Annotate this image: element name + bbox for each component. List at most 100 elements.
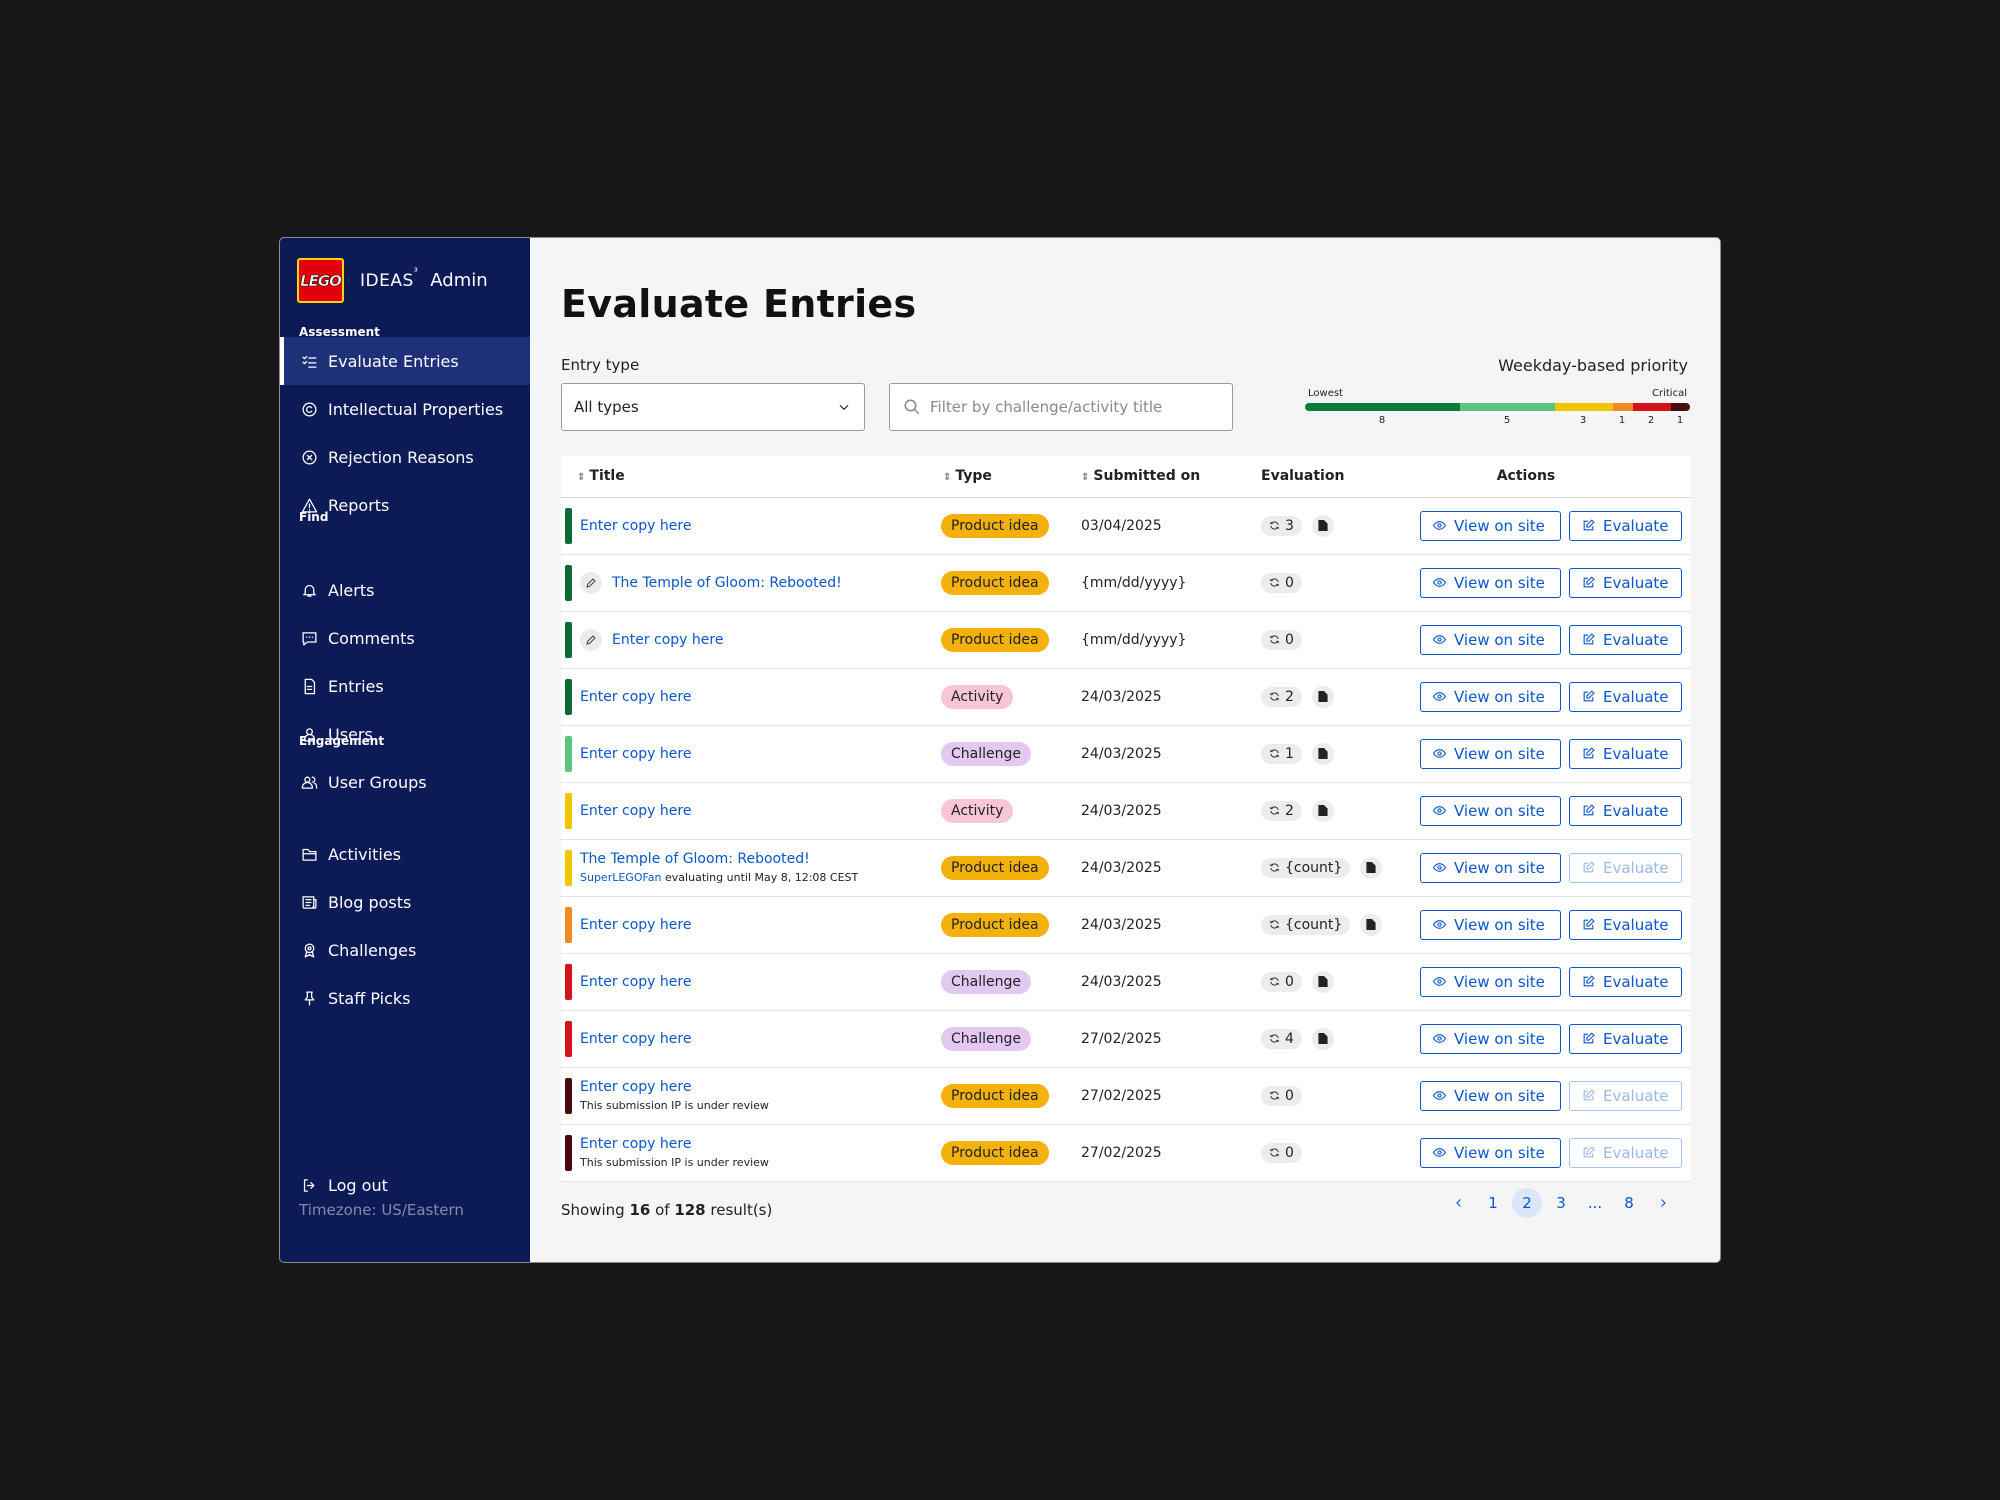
entry-type-select[interactable]: All types xyxy=(561,383,865,431)
refresh-icon xyxy=(1270,1148,1279,1157)
view-on-site-button[interactable]: View on site xyxy=(1420,624,1561,655)
entry-title-link[interactable]: Enter copy here xyxy=(580,1079,769,1095)
table-row: Enter copy here Challenge 24/03/2025 1 View … xyxy=(561,725,1691,782)
priority-count: 1 xyxy=(1618,415,1626,426)
x-circle-icon xyxy=(300,448,318,466)
document-icon[interactable] xyxy=(1311,799,1334,822)
edit-icon xyxy=(1583,1089,1595,1101)
view-on-site-button[interactable]: View on site xyxy=(1420,1080,1561,1111)
evaluate-button[interactable]: Evaluate xyxy=(1569,681,1682,712)
view-on-site-button[interactable]: View on site xyxy=(1420,966,1561,997)
document-icon[interactable] xyxy=(1311,514,1334,537)
view-on-site-button[interactable]: View on site xyxy=(1420,909,1561,940)
view-on-site-button[interactable]: View on site xyxy=(1420,852,1561,883)
header-type[interactable]: ⇕ Type xyxy=(941,456,1081,497)
entry-title-link[interactable]: Enter copy here xyxy=(580,1136,769,1152)
view-on-site-button[interactable]: View on site xyxy=(1420,738,1561,769)
type-badge: Product idea xyxy=(941,1083,1049,1108)
header-title[interactable]: ⇕ Title xyxy=(561,456,941,497)
view-on-site-button[interactable]: View on site xyxy=(1420,795,1561,826)
evaluate-button[interactable]: Evaluate xyxy=(1569,510,1682,541)
evaluate-button[interactable]: Evaluate xyxy=(1569,966,1682,997)
sidebar-item-label: Challenges xyxy=(328,940,417,960)
evaluate-button[interactable]: Evaluate xyxy=(1569,738,1682,769)
document-icon[interactable] xyxy=(1311,685,1334,708)
priority-segment xyxy=(1671,403,1690,411)
sidebar-item-comments[interactable]: Comments xyxy=(280,614,530,662)
evaluate-button[interactable]: Evaluate xyxy=(1569,795,1682,826)
pagination-page-1[interactable]: 1 xyxy=(1478,1188,1508,1218)
entry-title-link[interactable]: Enter copy here xyxy=(580,689,691,705)
pagination-next-button[interactable] xyxy=(1648,1188,1678,1218)
priority-segment xyxy=(1613,403,1633,411)
sidebar-item-blog-posts[interactable]: Blog posts xyxy=(280,878,530,926)
header-submitted[interactable]: ⇕ Submitted on xyxy=(1081,456,1261,497)
logout-label: Log out xyxy=(328,1175,388,1195)
priority-counts: 8 5 3 1 2 1 xyxy=(1305,415,1690,429)
search-input[interactable] xyxy=(930,398,1220,416)
pagination-page-ellipsis[interactable]: ... xyxy=(1580,1188,1610,1218)
users-icon xyxy=(300,773,318,791)
sidebar-item-rejection-reasons[interactable]: Rejection Reasons xyxy=(280,433,530,481)
view-on-site-button[interactable]: View on site xyxy=(1420,567,1561,598)
eye-icon xyxy=(1433,1148,1446,1157)
evaluate-button[interactable]: Evaluate xyxy=(1569,1023,1682,1054)
sidebar-item-alerts[interactable]: Alerts xyxy=(280,566,530,614)
evaluate-button[interactable]: Evaluate xyxy=(1569,1137,1682,1168)
sidebar-item-label: Users xyxy=(328,724,373,744)
sidebar-item-challenges[interactable]: Challenges xyxy=(280,926,530,974)
evaluate-button[interactable]: Evaluate xyxy=(1569,567,1682,598)
search-field[interactable] xyxy=(889,383,1233,431)
entry-title-link[interactable]: Enter copy here xyxy=(580,917,691,933)
sidebar-item-entries[interactable]: Entries xyxy=(280,662,530,710)
document-icon[interactable] xyxy=(1311,970,1334,993)
refresh-icon xyxy=(1270,920,1279,929)
pagination-page-8[interactable]: 8 xyxy=(1614,1188,1644,1218)
edit-icon xyxy=(1583,861,1595,873)
evaluator-link[interactable]: SuperLEGOFan xyxy=(580,871,662,884)
pagination-page-3[interactable]: 3 xyxy=(1546,1188,1576,1218)
entry-title-link[interactable]: Enter copy here xyxy=(580,1031,691,1047)
sidebar-item-label: Reports xyxy=(328,495,390,515)
entry-title-link[interactable]: Enter copy here xyxy=(580,518,691,534)
entry-title-link[interactable]: The Temple of Gloom: Rebooted! xyxy=(612,575,842,591)
brand[interactable]: LEGO IDEAS³ Admin xyxy=(297,258,488,303)
table-row: Enter copy here This submission IP is und… xyxy=(561,1124,1691,1181)
submitted-date: 24/03/2025 xyxy=(1081,973,1162,990)
sidebar-item-intellectual-properties[interactable]: Intellectual Properties xyxy=(280,385,530,433)
sidebar-item-label: Entries xyxy=(328,676,384,696)
pencil-icon xyxy=(580,571,602,594)
priority-indicator xyxy=(565,621,572,658)
document-icon[interactable] xyxy=(1360,913,1383,936)
entry-title-link[interactable]: Enter copy here xyxy=(612,632,723,648)
pagination-page-2[interactable]: 2 xyxy=(1512,1188,1542,1218)
document-icon[interactable] xyxy=(1360,856,1383,879)
refresh-icon xyxy=(1270,692,1279,701)
evaluate-button[interactable]: Evaluate xyxy=(1569,852,1682,883)
sidebar-item-reports[interactable]: Reports xyxy=(280,481,530,529)
sidebar-item-user-groups[interactable]: User Groups xyxy=(280,758,530,806)
sidebar-item-evaluate-entries[interactable]: Evaluate Entries xyxy=(280,337,530,385)
evaluation-count: 0 xyxy=(1261,629,1302,650)
eye-icon xyxy=(1433,977,1446,986)
evaluate-button[interactable]: Evaluate xyxy=(1569,909,1682,940)
sidebar-item-activities[interactable]: Activities xyxy=(280,830,530,878)
entry-title-link[interactable]: Enter copy here xyxy=(580,746,691,762)
sidebar-item-users[interactable]: Users xyxy=(280,710,530,758)
document-icon[interactable] xyxy=(1311,742,1334,765)
entry-title-link[interactable]: Enter copy here xyxy=(580,803,691,819)
entry-title-link[interactable]: The Temple of Gloom: Rebooted! xyxy=(580,851,858,867)
view-on-site-button[interactable]: View on site xyxy=(1420,1023,1561,1054)
evaluate-button[interactable]: Evaluate xyxy=(1569,624,1682,655)
view-on-site-button[interactable]: View on site xyxy=(1420,1137,1561,1168)
pagination-prev-button[interactable] xyxy=(1444,1188,1474,1218)
type-badge: Product idea xyxy=(941,912,1049,937)
view-on-site-button[interactable]: View on site xyxy=(1420,681,1561,712)
sidebar-item-staff-picks[interactable]: Staff Picks xyxy=(280,974,530,1022)
entry-title-link[interactable]: Enter copy here xyxy=(580,974,691,990)
document-icon[interactable] xyxy=(1311,1027,1334,1050)
view-on-site-button[interactable]: View on site xyxy=(1420,510,1561,541)
header-evaluation: Evaluation xyxy=(1261,468,1345,485)
type-badge: Product idea xyxy=(941,627,1049,652)
evaluate-button[interactable]: Evaluate xyxy=(1569,1080,1682,1111)
